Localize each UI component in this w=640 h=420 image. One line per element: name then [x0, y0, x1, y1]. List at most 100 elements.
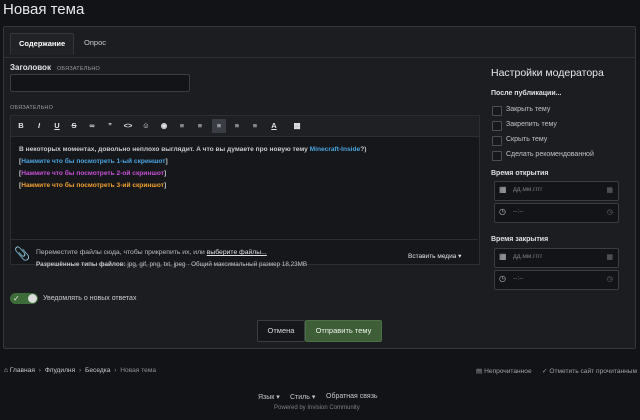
- emoji-icon[interactable]: ☺: [139, 119, 153, 133]
- spoiler-3[interactable]: [Нажмите что бы посмотреть 3-ий скриншот…: [19, 180, 473, 192]
- code-icon[interactable]: <>: [121, 119, 135, 133]
- feature-topic-checkbox[interactable]: [492, 151, 502, 161]
- bullet-list-icon[interactable]: ≡: [175, 119, 189, 133]
- breadcrumb-item[interactable]: Флудилня: [45, 367, 75, 374]
- close-date-placeholder: дд.мм.гггг: [513, 253, 543, 260]
- tab-bar: Содержание Опрос: [4, 27, 635, 58]
- notify-label: Уведомлять о новых ответах: [43, 295, 137, 302]
- breadcrumb-current: Новая тема: [120, 367, 157, 374]
- powered-by: Powered by Invision Community: [274, 405, 360, 411]
- editor-required: ОБЯЗАТЕЛЬНО: [10, 105, 54, 111]
- notify-toggle[interactable]: ✓: [10, 293, 38, 304]
- mark-read-label: Отметить сайт прочитанным: [549, 368, 638, 375]
- bracket-close: ]: [163, 182, 167, 189]
- open-date-input[interactable]: ▦ дд.мм.гггг ▦: [494, 181, 619, 201]
- lock-topic-label: Закрыть тему: [506, 106, 551, 113]
- language-menu[interactable]: Язык ▾: [258, 393, 280, 401]
- editor-line-1: В некоторых моментах, довольно неплохо в…: [19, 144, 473, 156]
- lock-topic-checkbox[interactable]: [492, 106, 502, 116]
- breadcrumb-home[interactable]: Главная: [10, 367, 35, 374]
- title-input[interactable]: [10, 74, 190, 92]
- cancel-button[interactable]: Отмена: [257, 320, 305, 342]
- breadcrumb: ⌂ Главная › Флудилня › Беседка › Новая т…: [4, 367, 156, 374]
- allowed-types: Разрешённые типы файлов: jpg, gif, png, …: [36, 261, 307, 268]
- types-value: jpg, gif, png, txt, jpeg · Общий максима…: [125, 261, 308, 268]
- hide-topic-checkbox[interactable]: [492, 136, 502, 146]
- spoiler-icon[interactable]: ◉: [157, 119, 171, 133]
- spoiler-1-text[interactable]: Нажмите что бы посмотреть 1-ый скриншот: [21, 158, 165, 165]
- check-icon: ✓: [13, 294, 20, 303]
- align-center-icon[interactable]: ≡: [230, 119, 244, 133]
- chevron-right-icon: ›: [38, 367, 41, 374]
- time-picker-icon[interactable]: ◷: [607, 208, 613, 216]
- style-menu[interactable]: Стиль ▾: [290, 393, 315, 401]
- editor-content[interactable]: В некоторых моментах, довольно неплохо в…: [19, 144, 473, 192]
- bracket-close: ]: [165, 158, 168, 165]
- submit-button[interactable]: Отправить тему: [305, 320, 382, 342]
- unread-label: Непрочитанное: [484, 368, 532, 375]
- bold-icon[interactable]: B: [14, 119, 28, 133]
- title-required: ОБЯЗАТЕЛЬНО: [56, 66, 101, 72]
- calendar-picker-icon[interactable]: ▦: [606, 186, 613, 194]
- clock-icon: ◷: [499, 274, 506, 283]
- title-label: Заголовок ОБЯЗАТЕЛЬНО: [10, 63, 100, 72]
- mark-read-link[interactable]: ✓ Отметить сайт прочитанным: [542, 367, 637, 375]
- open-time-label: Время открытия: [491, 170, 549, 177]
- choose-files-link[interactable]: выберите файлы...: [207, 249, 267, 256]
- chevron-right-icon: ›: [114, 367, 117, 374]
- title-label-text: Заголовок: [10, 63, 51, 72]
- align-right-icon[interactable]: ≡: [248, 119, 262, 133]
- unread-link[interactable]: ▤ Непрочитанное: [476, 367, 532, 375]
- drop-text: Переместите файлы сюда, чтобы прикрепить…: [36, 249, 207, 256]
- spoiler-2[interactable]: [Нажмите что бы посмотреть 2-ой скриншот…: [19, 168, 473, 180]
- preview-icon[interactable]: ▩: [290, 119, 304, 133]
- moderator-heading: Настройки модератора: [491, 67, 604, 79]
- tab-content[interactable]: Содержание: [10, 33, 75, 55]
- close-time-input[interactable]: ◷ --:-- ◷: [494, 270, 619, 290]
- pin-topic-checkbox[interactable]: [492, 121, 502, 131]
- calendar-icon: ▦: [499, 252, 507, 261]
- paperclip-icon: 📎: [14, 246, 31, 261]
- feedback-link[interactable]: Обратная связь: [326, 393, 378, 400]
- spoiler-2-text[interactable]: Нажмите что бы посмотреть 2-ой скриншот: [21, 170, 164, 177]
- open-time-placeholder: --:--: [513, 208, 524, 215]
- align-left-icon[interactable]: ≡: [212, 119, 226, 133]
- line1-text: В некоторых моментах, довольно неплохо в…: [19, 146, 310, 153]
- quote-icon[interactable]: ”: [103, 119, 117, 133]
- italic-icon[interactable]: I: [32, 119, 46, 133]
- open-time-input[interactable]: ◷ --:-- ◷: [494, 203, 619, 223]
- strikethrough-icon[interactable]: S: [67, 119, 81, 133]
- breadcrumb-item[interactable]: Беседка: [85, 367, 110, 374]
- attachment-area[interactable]: 📎 Переместите файлы сюда, чтобы прикрепи…: [10, 239, 478, 274]
- types-label: Разрешённые типы файлов:: [36, 261, 126, 268]
- close-time-placeholder: --:--: [513, 275, 524, 282]
- hide-topic-label: Скрыть тему: [506, 136, 548, 143]
- home-icon: ⌂: [4, 367, 8, 374]
- open-date-placeholder: дд.мм.гггг: [513, 186, 543, 193]
- check-icon: ✓: [542, 368, 548, 375]
- after-post-label: После публикации...: [491, 90, 562, 97]
- calendar-picker-icon[interactable]: ▦: [606, 253, 613, 261]
- insert-media-button[interactable]: Вставить медиа ▾: [408, 252, 461, 260]
- link-icon[interactable]: ∞: [85, 119, 99, 133]
- line1-end: ?): [360, 146, 367, 153]
- unread-icon: ▤: [476, 368, 483, 375]
- close-time-label: Время закрытия: [491, 236, 549, 243]
- text-color-icon[interactable]: A: [267, 119, 281, 133]
- editor-required-label: ОБЯЗАТЕЛЬНО: [10, 102, 53, 111]
- editor-toolbar: B I U S ∞ ” <> ☺ ◉ ≡ ≡ ≡ ≡ ≡ A ▩: [11, 116, 479, 137]
- underline-icon[interactable]: U: [50, 119, 64, 133]
- time-picker-icon[interactable]: ◷: [607, 275, 613, 283]
- drop-hint: Переместите файлы сюда, чтобы прикрепить…: [36, 249, 267, 256]
- spoiler-3-text[interactable]: Нажмите что бы посмотреть 3-ий скриншот: [21, 182, 164, 189]
- spoiler-1[interactable]: [Нажмите что бы посмотреть 1-ый скриншот…: [19, 156, 473, 168]
- numbered-list-icon[interactable]: ≡: [193, 119, 207, 133]
- pin-topic-label: Закрепить тему: [506, 121, 557, 128]
- close-date-input[interactable]: ▦ дд.мм.гггг ▦: [494, 248, 619, 268]
- feature-topic-label: Сделать рекомендованной: [506, 151, 594, 158]
- tab-poll[interactable]: Опрос: [76, 36, 114, 57]
- clock-icon: ◷: [499, 207, 506, 216]
- chevron-right-icon: ›: [78, 367, 82, 374]
- page-title: Новая тема: [3, 1, 85, 18]
- minecraft-inside-link[interactable]: Minecraft-Inside: [310, 146, 361, 153]
